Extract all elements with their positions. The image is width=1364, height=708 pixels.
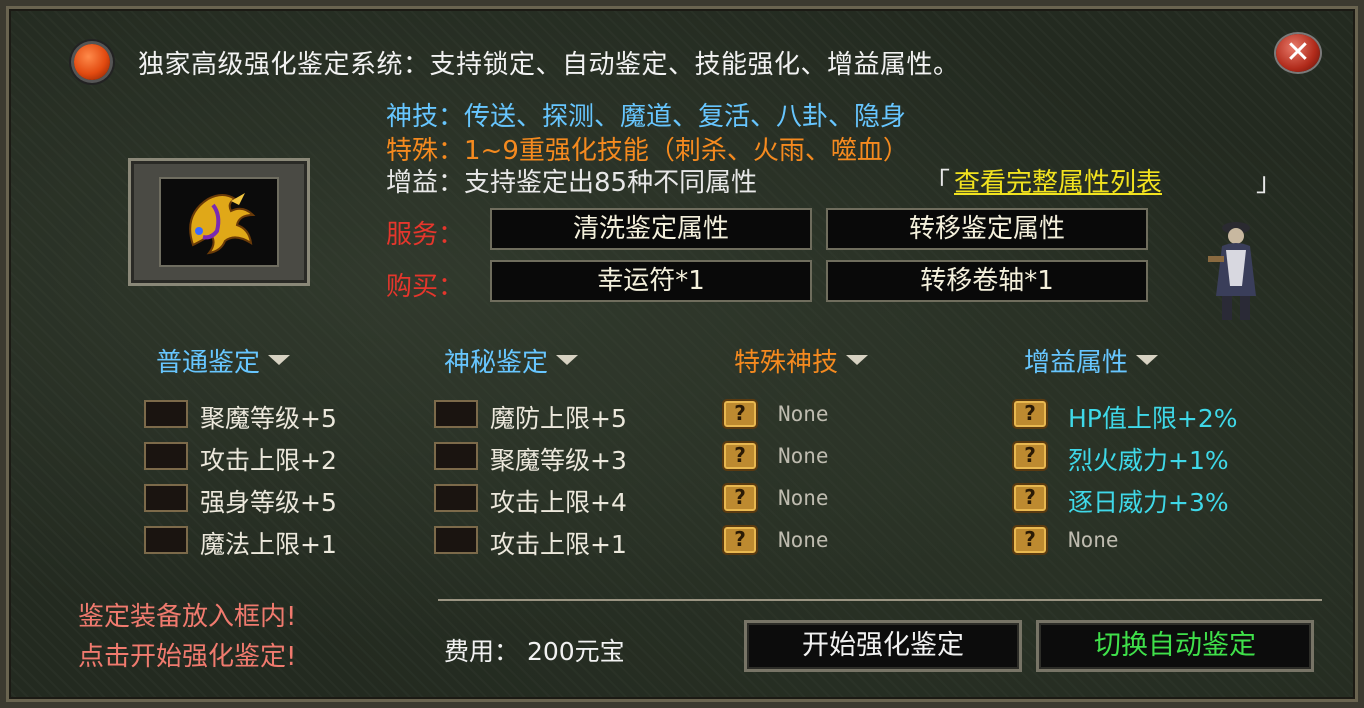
special-skill-2: None xyxy=(778,444,829,468)
unknown-lock-icon[interactable]: ? xyxy=(722,441,758,471)
dropdown-arrow-icon xyxy=(556,354,579,365)
mystic-attr-1: 魔防上限+5 xyxy=(490,404,627,433)
column-header-mystic-label: 神秘鉴定 xyxy=(444,348,549,378)
unknown-lock-icon[interactable]: ? xyxy=(1012,441,1048,471)
identify-panel: 独家高级强化鉴定系统：支持锁定、自动鉴定、技能强化、增益属性。 ✕ 神技：传送、… xyxy=(0,0,1364,708)
start-enhance-button[interactable]: 开始强化鉴定 xyxy=(744,620,1022,672)
transfer-attribute-button[interactable]: 转移鉴定属性 xyxy=(826,208,1148,250)
npc-figure-icon xyxy=(1208,222,1256,320)
equipment-slot[interactable] xyxy=(128,158,310,286)
special-skill-3: None xyxy=(778,486,829,510)
column-header-buff[interactable]: 增益属性 xyxy=(1024,342,1159,379)
link-bracket-open: 「 xyxy=(924,168,951,198)
skills-label: 神技： xyxy=(386,102,465,132)
special-skill-4: None xyxy=(778,528,829,552)
purchase-label: 购买： xyxy=(386,272,465,302)
close-icon[interactable]: ✕ xyxy=(1276,34,1320,72)
normal-attr-1: 聚魔等级+5 xyxy=(200,404,337,433)
link-bracket-close: 」 xyxy=(1256,168,1283,198)
dragon-weapon-icon xyxy=(189,193,256,255)
dropdown-arrow-icon xyxy=(846,354,869,365)
column-header-normal[interactable]: 普通鉴定 xyxy=(156,342,291,379)
column-header-mystic[interactable]: 神秘鉴定 xyxy=(444,342,579,379)
normal-attr-3: 强身等级+5 xyxy=(200,488,337,517)
hint-line-1: 鉴定装备放入框内! xyxy=(78,602,297,632)
lock-checkbox[interactable] xyxy=(434,484,478,512)
mystic-attr-3: 攻击上限+4 xyxy=(490,488,627,517)
buff-attr-2: 烈火威力+1% xyxy=(1068,446,1229,475)
unknown-lock-icon[interactable]: ? xyxy=(722,483,758,513)
hint-line-2: 点击开始强化鉴定! xyxy=(78,642,297,672)
dropdown-arrow-icon xyxy=(1136,354,1159,365)
skills-line: 神技：传送、探测、魔道、复活、八卦、隐身 xyxy=(386,96,906,133)
lock-checkbox[interactable] xyxy=(434,400,478,428)
lock-checkbox[interactable] xyxy=(144,400,188,428)
buff-attr-4: None xyxy=(1068,528,1119,552)
equipment-slot-inner xyxy=(159,177,279,267)
normal-attr-2: 攻击上限+2 xyxy=(200,446,337,475)
column-header-normal-label: 普通鉴定 xyxy=(156,348,261,378)
panel-orb-icon xyxy=(74,44,110,80)
mystic-attr-4: 攻击上限+1 xyxy=(490,530,627,559)
unknown-lock-icon[interactable]: ? xyxy=(722,399,758,429)
lock-checkbox[interactable] xyxy=(144,442,188,470)
panel-title: 独家高级强化鉴定系统：支持锁定、自动鉴定、技能强化、增益属性。 xyxy=(138,50,960,80)
lock-checkbox[interactable] xyxy=(144,526,188,554)
buy-transfer-scroll-button[interactable]: 转移卷轴*1 xyxy=(826,260,1148,302)
buff-line: 增益：支持鉴定出85种不同属性 xyxy=(386,162,757,199)
toggle-auto-identify-button[interactable]: 切换自动鉴定 xyxy=(1036,620,1314,672)
unknown-lock-icon[interactable]: ? xyxy=(722,525,758,555)
column-header-buff-label: 增益属性 xyxy=(1024,348,1129,378)
attribute-list-link[interactable]: 查看完整属性列表 xyxy=(954,162,1162,199)
dropdown-arrow-icon xyxy=(268,354,291,365)
buff-value: 支持鉴定出85种不同属性 xyxy=(464,168,758,198)
lock-checkbox[interactable] xyxy=(144,484,188,512)
mystic-attr-2: 聚魔等级+3 xyxy=(490,446,627,475)
normal-attr-4: 魔法上限+1 xyxy=(200,530,337,559)
lock-checkbox[interactable] xyxy=(434,442,478,470)
buff-label: 增益： xyxy=(386,168,465,198)
clean-attribute-button[interactable]: 清洗鉴定属性 xyxy=(490,208,812,250)
column-header-special-label: 特殊神技 xyxy=(734,348,839,378)
skills-value: 传送、探测、魔道、复活、八卦、隐身 xyxy=(464,102,907,132)
service-label: 服务： xyxy=(386,220,465,250)
unknown-lock-icon[interactable]: ? xyxy=(1012,483,1048,513)
unknown-lock-icon[interactable]: ? xyxy=(1012,525,1048,555)
buff-attr-3: 逐日威力+3% xyxy=(1068,488,1229,517)
buff-attr-1: HP值上限+2% xyxy=(1068,404,1238,433)
column-header-special[interactable]: 特殊神技 xyxy=(734,342,869,379)
special-skill-1: None xyxy=(778,402,829,426)
unknown-lock-icon[interactable]: ? xyxy=(1012,399,1048,429)
divider xyxy=(438,599,1322,601)
buy-lucky-charm-button[interactable]: 幸运符*1 xyxy=(490,260,812,302)
cost-text: 费用： 200元宝 xyxy=(444,637,625,666)
lock-checkbox[interactable] xyxy=(434,526,478,554)
